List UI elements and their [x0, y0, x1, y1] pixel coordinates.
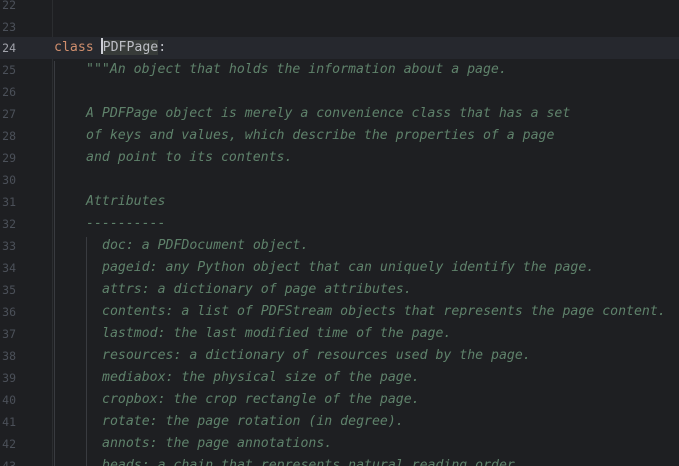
code-line[interactable]: 32 ----------: [0, 213, 679, 235]
docstring-line: and point to its contents.: [86, 150, 293, 165]
code-line[interactable]: 26: [0, 81, 679, 103]
line-number: 43: [2, 459, 16, 466]
line-number: 41: [2, 415, 16, 429]
keyword-class: class: [54, 40, 94, 55]
code-line[interactable]: 29 and point to its contents.: [0, 147, 679, 169]
docstring-line: A PDFPage object is merely a convenience…: [86, 106, 571, 121]
class-name[interactable]: PDFPage: [102, 40, 159, 55]
docstring-line: """An object that holds the information …: [86, 62, 507, 77]
line-number: 31: [2, 195, 16, 209]
line-number: 26: [2, 85, 16, 99]
docstring-line: beads: a chain that represents natural r…: [102, 458, 523, 466]
code-line[interactable]: 28 of keys and values, which describe th…: [0, 125, 679, 147]
code-line[interactable]: 36 contents: a list of PDFStream objects…: [0, 301, 679, 323]
text-caret: [100, 38, 103, 54]
docstring-line: cropbox: the crop rectangle of the page.: [102, 392, 420, 407]
line-number: 35: [2, 283, 16, 297]
code-editor[interactable]: 22 23 24 class PDFPage: 25 """An object …: [0, 0, 679, 466]
docstring-line: Attributes: [86, 194, 166, 209]
docstring-line: resources: a dictionary of resources use…: [102, 348, 531, 363]
line-number: 37: [2, 327, 16, 341]
code-line[interactable]: 35 attrs: a dictionary of page attribute…: [0, 279, 679, 301]
line-number: 39: [2, 371, 16, 385]
code-line[interactable]: 33 doc: a PDFDocument object.: [0, 235, 679, 257]
code-line[interactable]: 42 annots: the page annotations.: [0, 433, 679, 455]
line-number: 24: [2, 41, 16, 55]
code-line[interactable]: 41 rotate: the page rotation (in degree)…: [0, 411, 679, 433]
docstring-line: doc: a PDFDocument object.: [102, 238, 309, 253]
code-line[interactable]: 22: [0, 0, 679, 16]
line-number: 33: [2, 239, 16, 253]
line-number: 28: [2, 129, 16, 143]
code-line[interactable]: 27 A PDFPage object is merely a convenie…: [0, 103, 679, 125]
code-line[interactable]: 23: [0, 16, 679, 38]
docstring-line: ----------: [86, 216, 166, 231]
line-number: 25: [2, 63, 16, 77]
code-line[interactable]: 31 Attributes: [0, 191, 679, 213]
code-line-current[interactable]: 24 class PDFPage:: [0, 37, 679, 59]
line-number: 36: [2, 305, 16, 319]
docstring-line: rotate: the page rotation (in degree).: [102, 414, 404, 429]
code-line[interactable]: 37 lastmod: the last modified time of th…: [0, 323, 679, 345]
line-number: 34: [2, 261, 16, 275]
docstring-line: of keys and values, which describe the p…: [86, 128, 555, 143]
docstring-line: attrs: a dictionary of page attributes.: [102, 282, 412, 297]
docstring-line: mediabox: the physical size of the page.: [102, 370, 420, 385]
line-number: 22: [2, 0, 16, 12]
code-line[interactable]: 38 resources: a dictionary of resources …: [0, 345, 679, 367]
code-line[interactable]: 40 cropbox: the crop rectangle of the pa…: [0, 389, 679, 411]
line-number: 40: [2, 393, 16, 407]
docstring-line: pageid: any Python object that can uniqu…: [102, 260, 595, 275]
docstring-line: contents: a list of PDFStream objects th…: [102, 304, 666, 319]
docstring-line: annots: the page annotations.: [102, 436, 333, 451]
line-number: 42: [2, 437, 16, 451]
code-line[interactable]: 43 beads: a chain that represents natura…: [0, 455, 679, 466]
line-number: 32: [2, 217, 16, 231]
colon: :: [158, 40, 167, 55]
line-number: 27: [2, 107, 16, 121]
class-declaration[interactable]: class PDFPage:: [54, 37, 166, 59]
line-number: 23: [2, 20, 16, 34]
code-line[interactable]: 39 mediabox: the physical size of the pa…: [0, 367, 679, 389]
line-number: 30: [2, 173, 16, 187]
code-line[interactable]: 30: [0, 169, 679, 191]
line-number: 38: [2, 349, 16, 363]
docstring-line: lastmod: the last modified time of the p…: [102, 326, 452, 341]
line-number: 29: [2, 151, 16, 165]
code-line[interactable]: 25 """An object that holds the informati…: [0, 59, 679, 81]
code-line[interactable]: 34 pageid: any Python object that can un…: [0, 257, 679, 279]
